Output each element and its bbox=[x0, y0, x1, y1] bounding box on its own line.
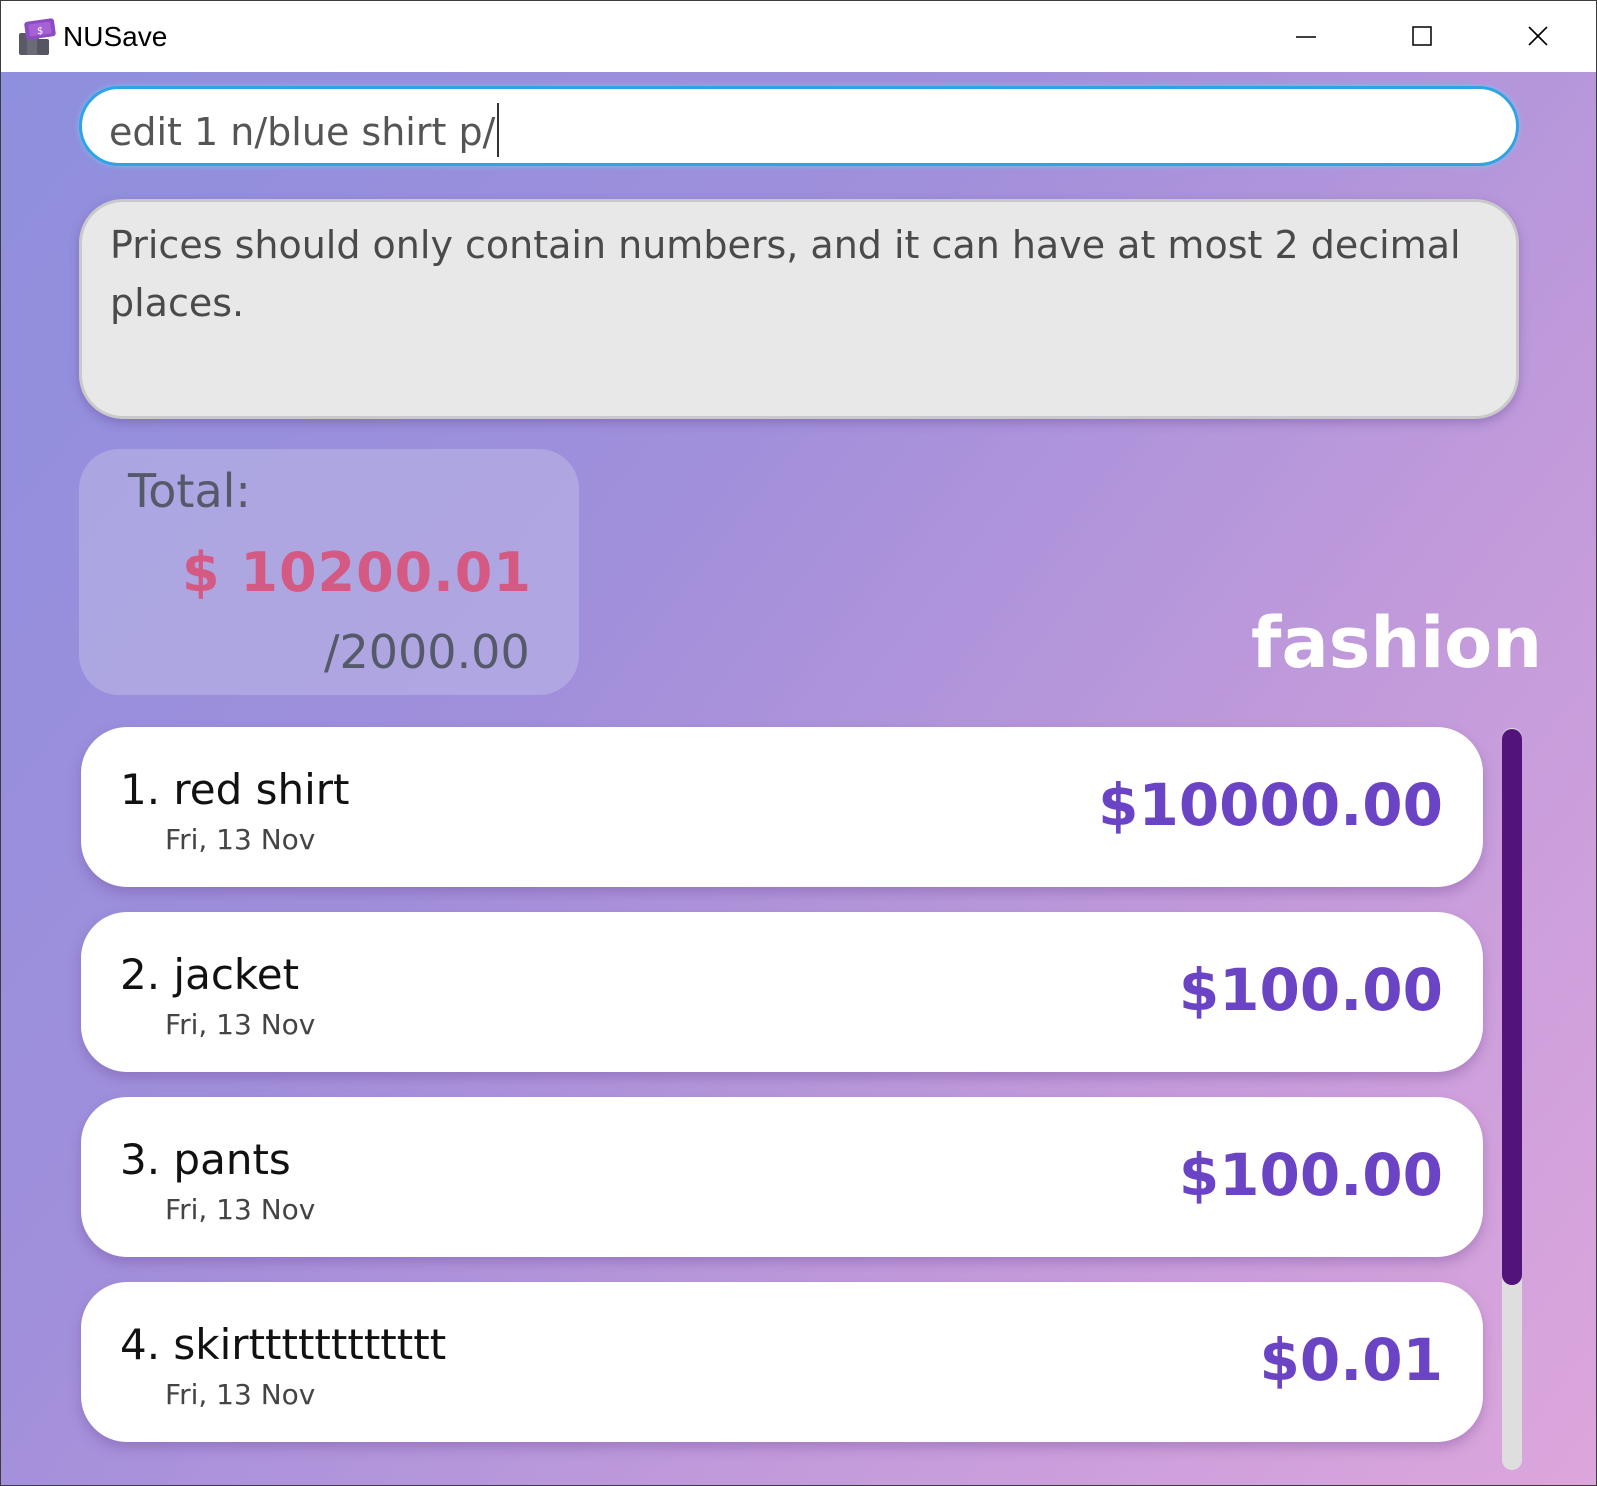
total-panel: Total: $ 10200.01 /2000.00 bbox=[79, 449, 579, 695]
expense-date: Fri, 13 Nov bbox=[165, 1193, 316, 1226]
minimize-button[interactable] bbox=[1248, 1, 1364, 72]
expense-date: Fri, 13 Nov bbox=[165, 1008, 316, 1041]
scrollbar-thumb[interactable] bbox=[1502, 729, 1522, 1285]
expense-card[interactable]: 3. pants Fri, 13 Nov $100.00 bbox=[81, 1097, 1483, 1257]
category-title: fashion bbox=[1251, 602, 1543, 684]
expense-card[interactable]: 4. skirtttttttttttt Fri, 13 Nov $0.01 bbox=[81, 1282, 1483, 1442]
result-display: Prices should only contain numbers, and … bbox=[79, 199, 1519, 419]
maximize-button[interactable] bbox=[1364, 1, 1480, 72]
expense-price: $100.00 bbox=[1178, 956, 1443, 1024]
app-logo-icon: $ bbox=[19, 18, 56, 55]
expense-price: $100.00 bbox=[1178, 1141, 1443, 1209]
expense-date: Fri, 13 Nov bbox=[165, 1378, 316, 1411]
expense-name: 2. jacket bbox=[120, 950, 300, 999]
expense-name: 4. skirtttttttttttt bbox=[120, 1320, 447, 1369]
budget-amount: /2000.00 bbox=[324, 625, 530, 679]
expense-date: Fri, 13 Nov bbox=[165, 823, 316, 856]
svg-text:$: $ bbox=[37, 26, 43, 37]
expense-card[interactable]: 2. jacket Fri, 13 Nov $100.00 bbox=[81, 912, 1483, 1072]
minimize-icon bbox=[1296, 36, 1316, 38]
window-title: NUSave bbox=[63, 21, 168, 52]
close-icon bbox=[1528, 26, 1548, 46]
total-label: Total: bbox=[128, 464, 251, 518]
expense-card[interactable]: 1. red shirt Fri, 13 Nov $10000.00 bbox=[81, 727, 1483, 887]
main-content: edit 1 n/blue shirt p/ Prices should onl… bbox=[1, 72, 1596, 1485]
title-bar[interactable]: $ NUSave bbox=[1, 1, 1596, 72]
command-input[interactable]: edit 1 n/blue shirt p/ bbox=[79, 86, 1519, 166]
expense-list[interactable]: 1. red shirt Fri, 13 Nov $10000.00 2. ja… bbox=[81, 727, 1483, 1485]
app-window: $ NUSave edit 1 n/blue shirt p/ Prices s… bbox=[0, 0, 1597, 1486]
expense-price: $0.01 bbox=[1259, 1326, 1443, 1394]
result-message: Prices should only contain numbers, and … bbox=[110, 223, 1461, 325]
expense-name: 1. red shirt bbox=[120, 765, 350, 814]
total-amount: $ 10200.01 bbox=[182, 541, 532, 604]
expense-name: 3. pants bbox=[120, 1135, 291, 1184]
text-caret bbox=[497, 103, 500, 157]
close-button[interactable] bbox=[1480, 1, 1596, 72]
expense-price: $10000.00 bbox=[1098, 771, 1443, 839]
maximize-icon bbox=[1412, 26, 1432, 46]
command-input-value: edit 1 n/blue shirt p/ bbox=[109, 110, 496, 154]
